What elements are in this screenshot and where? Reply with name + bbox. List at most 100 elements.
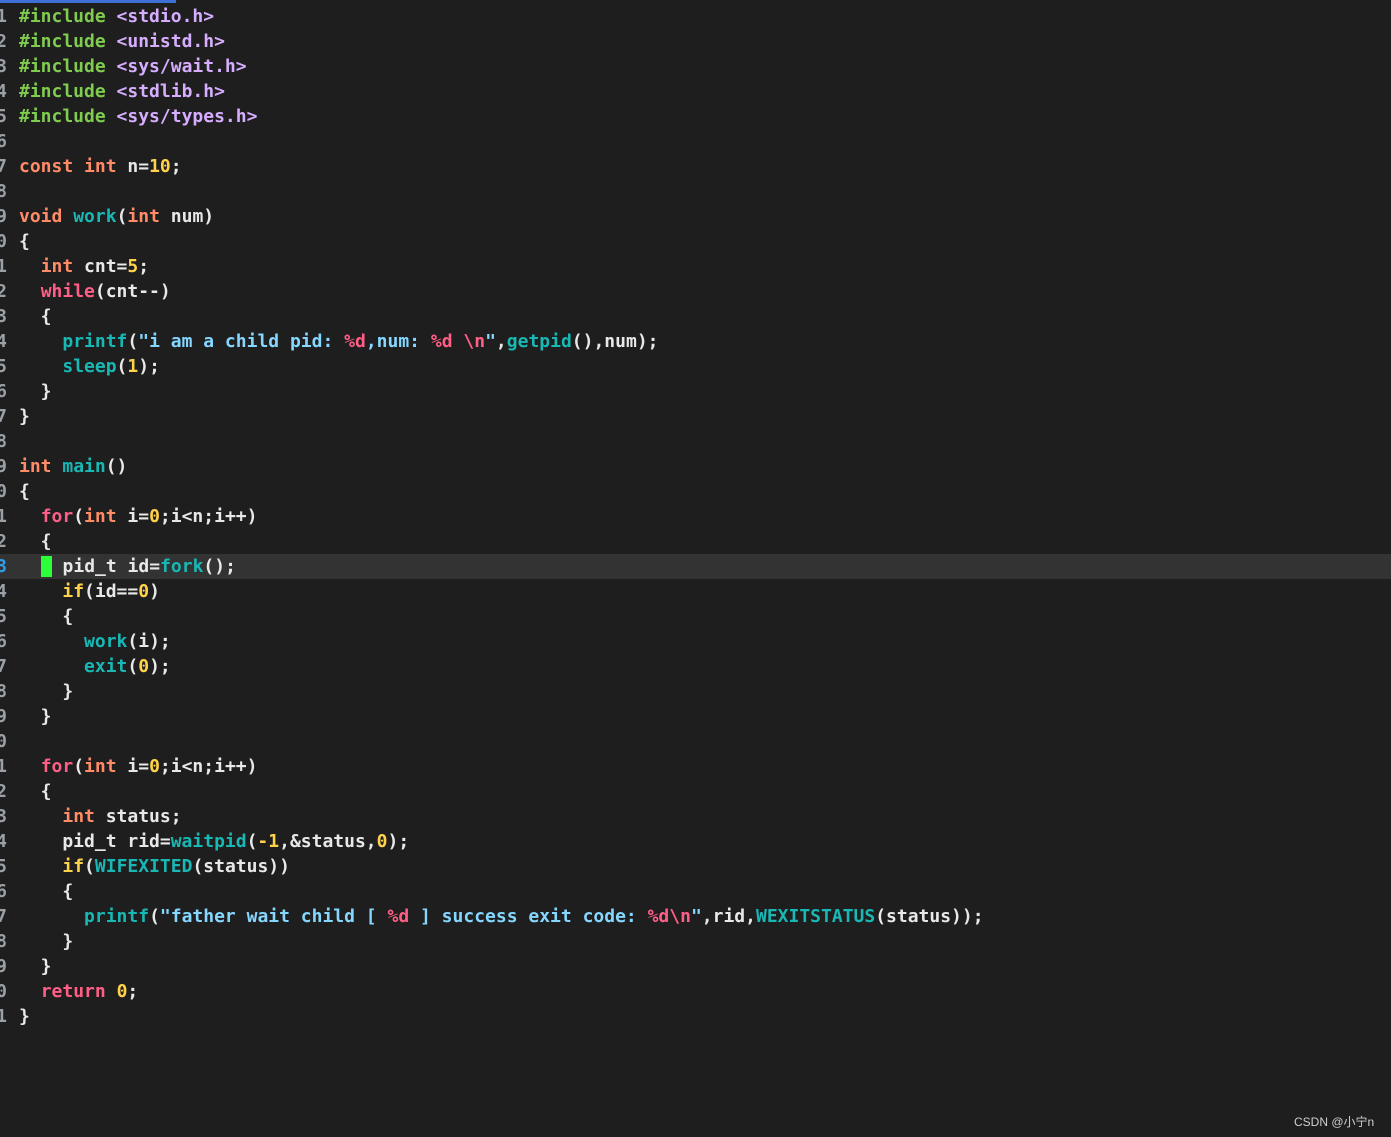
code-line[interactable]: 6 { — [0, 879, 1391, 904]
code-line[interactable]: 7 exit(0); — [0, 654, 1391, 679]
code-text[interactable]: } — [19, 704, 52, 729]
code-text[interactable]: { — [19, 879, 73, 904]
line-number: 9 — [0, 956, 7, 977]
code-text[interactable]: work(i); — [19, 629, 171, 654]
code-text[interactable]: { — [19, 304, 52, 329]
code-line[interactable]: 3 { — [0, 304, 1391, 329]
code-line[interactable]: 5 if(WIFEXITED(status)) — [0, 854, 1391, 879]
code-line[interactable]: 0{ — [0, 229, 1391, 254]
code-token: ( — [127, 656, 139, 677]
code-text[interactable]: for(int i=0;i<n;i++) — [19, 754, 258, 779]
code-line[interactable]: 2 while(cnt--) — [0, 279, 1391, 304]
code-text[interactable]: { — [19, 779, 52, 804]
code-line[interactable]: 3 #include <sys/wait.h> — [0, 54, 1391, 79]
code-line[interactable]: 1 for(int i=0;i<n;i++) — [0, 504, 1391, 529]
code-line[interactable]: 4 if(id==0) — [0, 579, 1391, 604]
code-text[interactable]: #include <stdlib.h> — [19, 79, 225, 104]
code-token: ,num: — [365, 331, 431, 352]
code-line[interactable]: 9 } — [0, 954, 1391, 979]
line-number: 3 — [0, 806, 7, 827]
line-number: 5 — [0, 606, 7, 627]
code-line[interactable]: 8 } — [0, 679, 1391, 704]
code-text[interactable]: printf("father wait child [ %d ] success… — [19, 904, 984, 929]
code-text[interactable]: for(int i=0;i<n;i++) — [19, 504, 258, 529]
code-line[interactable]: 8 } — [0, 929, 1391, 954]
code-text[interactable]: printf("i am a child pid: %d,num: %d \n"… — [19, 329, 658, 354]
code-line[interactable]: 0 — [0, 729, 1391, 754]
code-token: (status)) — [192, 856, 290, 877]
code-token: i= — [116, 756, 150, 777]
code-line[interactable]: 7 const int n=10; — [0, 154, 1391, 179]
code-text[interactable]: int status; — [19, 804, 181, 829]
code-line[interactable]: 0 return 0; — [0, 979, 1391, 1004]
code-text[interactable]: void work(int num) — [19, 204, 214, 229]
code-line[interactable]: 5 #include <sys/types.h> — [0, 104, 1391, 129]
code-text[interactable]: { — [19, 479, 30, 504]
code-line[interactable]: 2 #include <unistd.h> — [0, 29, 1391, 54]
code-text[interactable]: { — [19, 229, 30, 254]
code-line[interactable]: 9 int main() — [0, 454, 1391, 479]
code-line[interactable]: 9 } — [0, 704, 1391, 729]
code-token: (status)); — [875, 906, 984, 927]
code-text[interactable]: const int n=10; — [19, 154, 182, 179]
code-token: ( — [84, 856, 95, 877]
code-text[interactable]: #include <stdio.h> — [19, 4, 214, 29]
code-line[interactable]: 1 #include <stdio.h> — [0, 4, 1391, 29]
code-line[interactable]: 4 #include <stdlib.h> — [0, 79, 1391, 104]
code-line[interactable]: 4 printf("i am a child pid: %d,num: %d \… — [0, 329, 1391, 354]
code-text[interactable]: #include <sys/wait.h> — [19, 54, 247, 79]
code-line[interactable]: 2 { — [0, 779, 1391, 804]
code-text[interactable]: int main() — [19, 454, 127, 479]
code-line[interactable]: 8 — [0, 179, 1391, 204]
code-line[interactable]: 6 — [0, 129, 1391, 154]
code-token: %d — [430, 331, 453, 352]
code-line[interactable]: 2 { — [0, 529, 1391, 554]
code-text[interactable]: return 0; — [19, 979, 139, 1004]
code-text[interactable]: pid_t id=fork(); — [19, 554, 236, 579]
code-line[interactable]: 3 int status; — [0, 804, 1391, 829]
code-editor[interactable]: 1 #include <stdio.h> 2 #include <unistd.h> 3… — [0, 4, 1391, 1104]
code-line[interactable]: 6 } — [0, 379, 1391, 404]
code-line[interactable]: 0{ — [0, 479, 1391, 504]
code-text[interactable]: { — [19, 529, 52, 554]
code-token: 0 — [116, 981, 128, 1002]
code-text[interactable]: } — [19, 379, 52, 404]
code-line[interactable]: 8 — [0, 429, 1391, 454]
code-line[interactable]: 5 sleep(1); — [0, 354, 1391, 379]
code-text[interactable]: pid_t rid=waitpid(-1,&status,0); — [19, 829, 409, 854]
code-text[interactable]: int cnt=5; — [19, 254, 149, 279]
code-line[interactable]: 4 pid_t rid=waitpid(-1,&status,0); — [0, 829, 1391, 854]
code-text[interactable]: } — [19, 679, 73, 704]
code-line[interactable]: 1 int cnt=5; — [0, 254, 1391, 279]
code-line[interactable]: 9 void work(int num) — [0, 204, 1391, 229]
code-line[interactable]: 3 pid_t id=fork(); — [0, 554, 1391, 579]
code-text[interactable]: { — [19, 604, 73, 629]
code-text[interactable]: while(cnt--) — [19, 279, 171, 304]
code-text[interactable]: } — [19, 1004, 30, 1029]
code-text[interactable]: if(WIFEXITED(status)) — [19, 854, 290, 879]
code-text[interactable]: } — [19, 929, 73, 954]
code-line[interactable]: 1} — [0, 1004, 1391, 1029]
code-line[interactable]: 1 for(int i=0;i<n;i++) — [0, 754, 1391, 779]
code-text[interactable]: sleep(1); — [19, 354, 160, 379]
code-token: #include — [19, 81, 106, 102]
code-text[interactable]: if(id==0) — [19, 579, 160, 604]
code-text[interactable]: #include <unistd.h> — [19, 29, 225, 54]
code-token: ,&status, — [279, 831, 377, 852]
line-number: 1 — [0, 256, 7, 277]
code-text[interactable]: exit(0); — [19, 654, 171, 679]
code-text[interactable]: } — [19, 404, 30, 429]
code-line[interactable]: 7 printf("father wait child [ %d ] succe… — [0, 904, 1391, 929]
code-line[interactable]: 6 work(i); — [0, 629, 1391, 654]
code-line[interactable]: 7} — [0, 404, 1391, 429]
line-number: 0 — [0, 731, 7, 752]
code-text[interactable]: } — [19, 954, 52, 979]
code-text[interactable]: #include <sys/types.h> — [19, 104, 257, 129]
code-token: %d — [344, 331, 366, 352]
code-line[interactable]: 5 { — [0, 604, 1391, 629]
